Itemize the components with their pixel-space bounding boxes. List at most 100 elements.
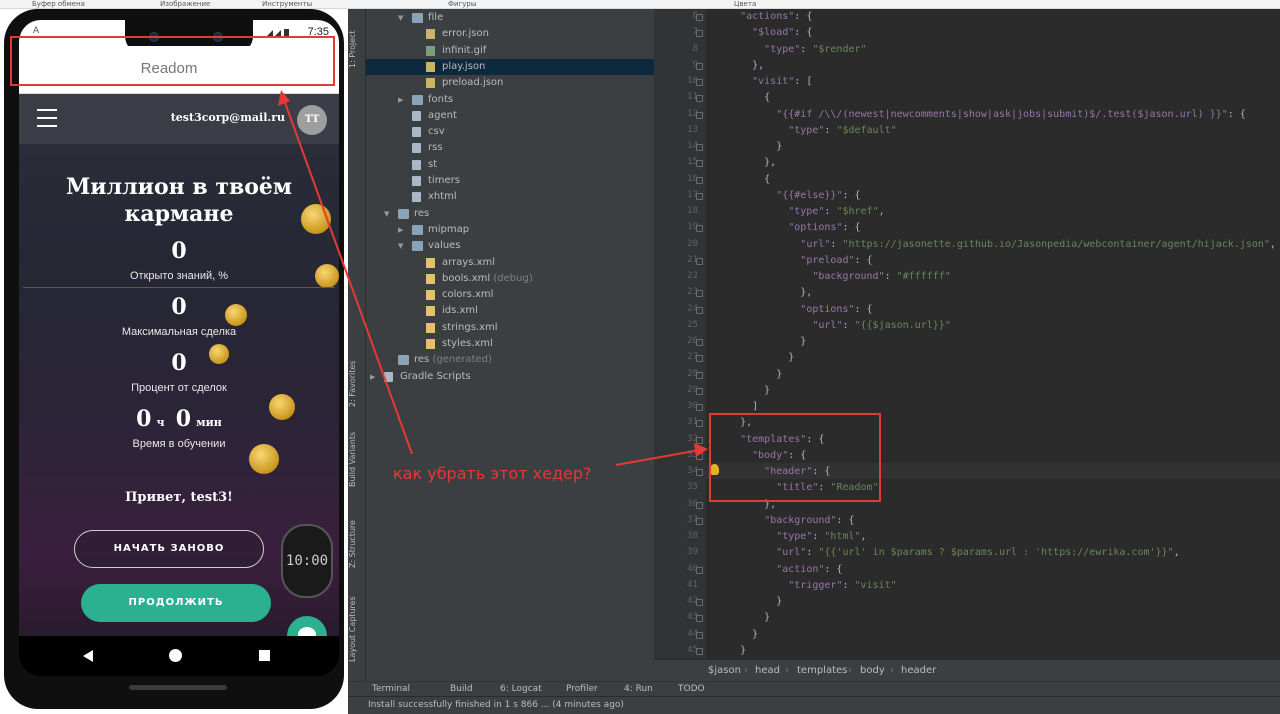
status-notification-icons: A [33, 26, 40, 36]
tree-item[interactable]: ▶ fonts [366, 92, 654, 108]
breadcrumb-item[interactable]: head [755, 665, 780, 676]
ribbon-tools[interactable]: Инструменты [262, 0, 312, 9]
back-icon[interactable] [83, 650, 93, 662]
fold-marker-icon[interactable] [696, 257, 703, 265]
tree-item[interactable]: ▼ res [366, 206, 654, 222]
fold-marker-icon[interactable] [696, 111, 703, 119]
tree-item[interactable]: preload.json [366, 75, 654, 91]
breadcrumb-item[interactable]: $jason [708, 665, 741, 676]
tree-item[interactable]: res (generated) [366, 352, 654, 368]
tree-item-label: ids.xml [442, 305, 478, 317]
fold-marker-icon[interactable] [696, 387, 703, 395]
tab-build-variants[interactable]: Build Variants [348, 424, 366, 494]
tree-item[interactable]: bools.xml (debug) [366, 271, 654, 287]
tree-item[interactable]: rss [366, 140, 654, 156]
continue-button[interactable]: ПРОДОЛЖИТЬ [81, 584, 271, 622]
tree-item[interactable]: agent [366, 108, 654, 124]
folder-icon [412, 224, 423, 235]
tab-favorites[interactable]: 2: Favorites [348, 349, 366, 419]
fold-marker-icon[interactable] [696, 144, 703, 151]
fold-marker-icon[interactable] [696, 160, 703, 168]
tree-item[interactable]: st [366, 157, 654, 173]
fold-marker-icon[interactable] [696, 14, 703, 21]
fold-marker-icon[interactable] [696, 290, 703, 298]
folder-icon [412, 13, 423, 23]
fold-marker-icon[interactable] [696, 176, 703, 184]
restart-button[interactable]: НАЧАТЬ ЗАНОВО [74, 530, 264, 568]
breadcrumb-item[interactable]: header [901, 665, 936, 676]
fold-marker-icon[interactable] [696, 615, 703, 623]
tool-run[interactable]: 4: Run [624, 684, 653, 694]
tree-item[interactable]: timers [366, 173, 654, 189]
chevron-down-icon[interactable]: ▼ [398, 10, 403, 26]
breadcrumb-item[interactable]: body [860, 665, 885, 676]
line-number: 15 [687, 157, 698, 168]
tool-build[interactable]: Build [450, 684, 473, 694]
tree-item[interactable]: ▶ mipmap [366, 222, 654, 238]
fold-marker-icon[interactable] [696, 599, 703, 606]
recents-icon[interactable] [259, 650, 270, 661]
chevron-right-icon[interactable]: ▶ [398, 222, 403, 238]
tab-layout-captures[interactable]: Layout Captures [348, 589, 366, 669]
fold-marker-icon[interactable] [696, 62, 703, 70]
tab-structure[interactable]: Z: Structure [348, 509, 366, 579]
tree-item-label: timers [428, 175, 460, 186]
fold-marker-icon[interactable] [696, 306, 703, 314]
tree-item[interactable]: play.json [366, 58, 654, 75]
tree-item[interactable]: ▼ file [366, 10, 654, 26]
fold-marker-icon[interactable] [696, 631, 703, 639]
tree-item[interactable]: colors.xml [366, 287, 654, 303]
avatar[interactable]: TT [297, 105, 327, 135]
tree-item[interactable]: ▼ values [366, 238, 654, 254]
tree-item[interactable]: error.json [366, 26, 654, 42]
fold-marker-icon[interactable] [696, 79, 703, 86]
home-icon[interactable] [169, 649, 182, 662]
tree-item[interactable]: ids.xml [366, 303, 654, 319]
fold-marker-icon[interactable] [696, 452, 703, 460]
tool-logcat[interactable]: 6: Logcat [500, 684, 542, 694]
chevron-down-icon[interactable]: ▼ [398, 238, 403, 254]
tree-item[interactable]: csv [366, 124, 654, 140]
code-editor[interactable]: 6 "actions": {7 "$load": {8 "type": "$re… [654, 9, 1280, 659]
tree-item[interactable]: infinit.gif [366, 43, 654, 59]
fold-marker-icon[interactable] [696, 355, 703, 363]
fold-marker-icon[interactable] [696, 30, 703, 38]
ribbon-image[interactable]: Изображение [160, 0, 210, 9]
chevron-down-icon[interactable]: ▼ [384, 206, 389, 222]
webview-content[interactable]: 10:00 test3corp@mail.ru TT Миллион в тво… [19, 94, 339, 636]
tree-item[interactable]: xhtml [366, 189, 654, 205]
fold-marker-icon[interactable] [696, 469, 703, 476]
fold-marker-icon[interactable] [696, 95, 703, 103]
tree-item[interactable]: arrays.xml [366, 255, 654, 271]
hamburger-menu-icon[interactable] [37, 109, 57, 127]
fold-marker-icon[interactable] [696, 371, 703, 379]
tree-item[interactable]: strings.xml [366, 320, 654, 336]
ribbon-clipboard[interactable]: Буфер обмена [32, 0, 85, 9]
tool-todo[interactable]: TODO [678, 684, 705, 694]
tab-project[interactable]: 1: Project [348, 19, 366, 79]
chevron-right-icon[interactable]: ▶ [370, 369, 375, 385]
fold-marker-icon[interactable] [696, 192, 703, 200]
fold-marker-icon[interactable] [696, 225, 703, 233]
tree-item[interactable]: ▶ Gradle Scripts [366, 369, 654, 385]
fold-marker-icon[interactable] [696, 647, 703, 655]
fold-marker-icon[interactable] [696, 339, 703, 346]
tool-terminal[interactable]: Terminal [372, 684, 410, 694]
chevron-right-icon[interactable]: ▶ [398, 92, 403, 108]
chat-bubble-icon[interactable] [287, 616, 327, 636]
fold-marker-icon[interactable] [696, 436, 703, 444]
breadcrumb-item[interactable]: templates [797, 665, 847, 676]
tree-item[interactable]: styles.xml [366, 336, 654, 352]
tool-profiler[interactable]: Profiler [566, 684, 598, 694]
code-line: { [716, 173, 771, 185]
tree-item-label: agent [428, 109, 457, 121]
code-line: "options": { [800, 303, 873, 315]
fold-marker-icon[interactable] [696, 420, 703, 428]
fold-marker-icon[interactable] [696, 501, 703, 509]
fold-marker-icon[interactable] [696, 517, 703, 525]
ribbon-shapes[interactable]: Фигуры [448, 0, 476, 9]
fold-marker-icon[interactable] [696, 566, 703, 574]
fold-marker-icon[interactable] [696, 404, 703, 411]
line-number: 44 [687, 628, 698, 639]
ribbon-colors[interactable]: Цвета [734, 0, 756, 9]
